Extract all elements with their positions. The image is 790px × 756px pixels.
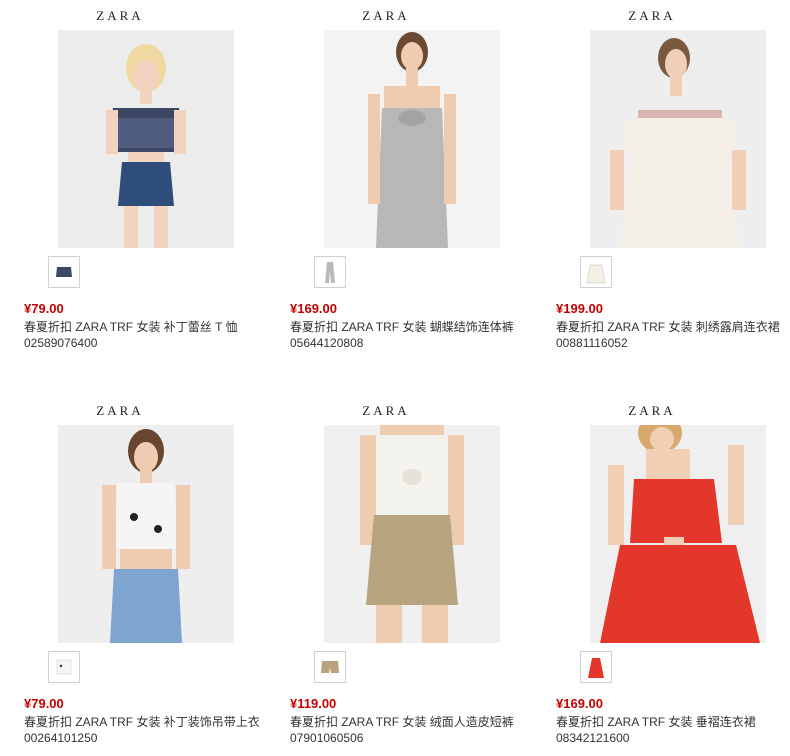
swatch-thumbnail — [49, 652, 79, 682]
product-grid: ZARA ¥79.00 春夏折扣 ZARA TRF 女装 补丁蕾丝 T 恤 02… — [0, 0, 790, 756]
model-image — [590, 30, 766, 248]
model-image — [58, 425, 234, 643]
product-card[interactable]: ZARA ¥119.00 春夏折扣 ZARA TRF 女装 绒面人造皮短裤 07… — [266, 395, 514, 755]
swatch-thumbnail — [315, 652, 345, 682]
product-name[interactable]: 春夏折扣 ZARA TRF 女装 垂褶连衣裙 — [556, 713, 790, 730]
product-name[interactable]: 春夏折扣 ZARA TRF 女装 补丁装饰吊带上衣 — [24, 713, 274, 730]
brand-logo: ZARA — [362, 8, 410, 23]
product-code: 00881116052 — [556, 336, 628, 350]
swatch-thumbnail — [315, 257, 345, 287]
product-code: 05644120808 — [290, 336, 364, 350]
product-code: 08342121600 — [556, 731, 630, 745]
product-photo[interactable] — [590, 30, 766, 248]
color-swatch[interactable] — [48, 651, 80, 683]
product-photo[interactable] — [590, 425, 766, 643]
product-price: ¥119.00 — [290, 696, 337, 711]
product-photo[interactable] — [58, 30, 234, 248]
product-name[interactable]: 春夏折扣 ZARA TRF 女装 蝴蝶结饰连体裤 — [290, 318, 540, 335]
swatch-thumbnail — [49, 257, 79, 287]
product-card[interactable]: ZARA ¥199.00 春夏折扣 ZARA TRF 女装 刺绣露肩连衣裙 00… — [532, 0, 780, 360]
product-card[interactable]: ZARA ¥79.00 春夏折扣 Z — [0, 0, 240, 360]
product-name[interactable]: 春夏折扣 ZARA TRF 女装 绒面人造皮短裤 — [290, 713, 540, 730]
product-price: ¥199.00 — [556, 301, 603, 316]
product-price: ¥169.00 — [290, 301, 337, 316]
brand-logo: ZARA — [96, 403, 144, 418]
product-price: ¥79.00 — [24, 696, 64, 711]
product-photo[interactable] — [58, 425, 234, 643]
model-image — [58, 30, 234, 248]
product-code: 00264101250 — [24, 731, 98, 745]
brand-logo: ZARA — [628, 403, 676, 418]
model-image — [324, 425, 500, 643]
product-photo[interactable] — [324, 30, 500, 248]
model-image — [324, 30, 500, 248]
product-name[interactable]: 春夏折扣 ZARA TRF 女装 补丁蕾丝 T 恤 — [24, 318, 274, 335]
product-card[interactable]: ZARA ¥169.00 春夏折扣 ZARA TRF 女装 蝴蝶结饰连体裤 05… — [266, 0, 514, 360]
product-price: ¥79.00 — [24, 301, 64, 316]
product-price: ¥169.00 — [556, 696, 603, 711]
product-photo[interactable] — [324, 425, 500, 643]
product-card[interactable]: ZARA ¥79.00 春夏折扣 Z — [0, 395, 260, 755]
brand-logo: ZARA — [628, 8, 676, 23]
color-swatch[interactable] — [580, 651, 612, 683]
color-swatch[interactable] — [580, 256, 612, 288]
product-code: 07901060506 — [290, 731, 364, 745]
product-code: 02589076400 — [24, 336, 98, 350]
model-image — [590, 425, 766, 643]
brand-logo: ZARA — [96, 8, 144, 23]
color-swatch[interactable] — [48, 256, 80, 288]
product-card[interactable]: ZARA ¥169.00 春夏折扣 ZARA TRF 女装 垂褶连衣裙 0834… — [532, 395, 772, 755]
color-swatch[interactable] — [314, 651, 346, 683]
swatch-thumbnail — [581, 652, 611, 682]
color-swatch[interactable] — [314, 256, 346, 288]
brand-logo: ZARA — [362, 403, 410, 418]
swatch-thumbnail — [581, 257, 611, 287]
product-name[interactable]: 春夏折扣 ZARA TRF 女装 刺绣露肩连衣裙 — [556, 318, 790, 335]
